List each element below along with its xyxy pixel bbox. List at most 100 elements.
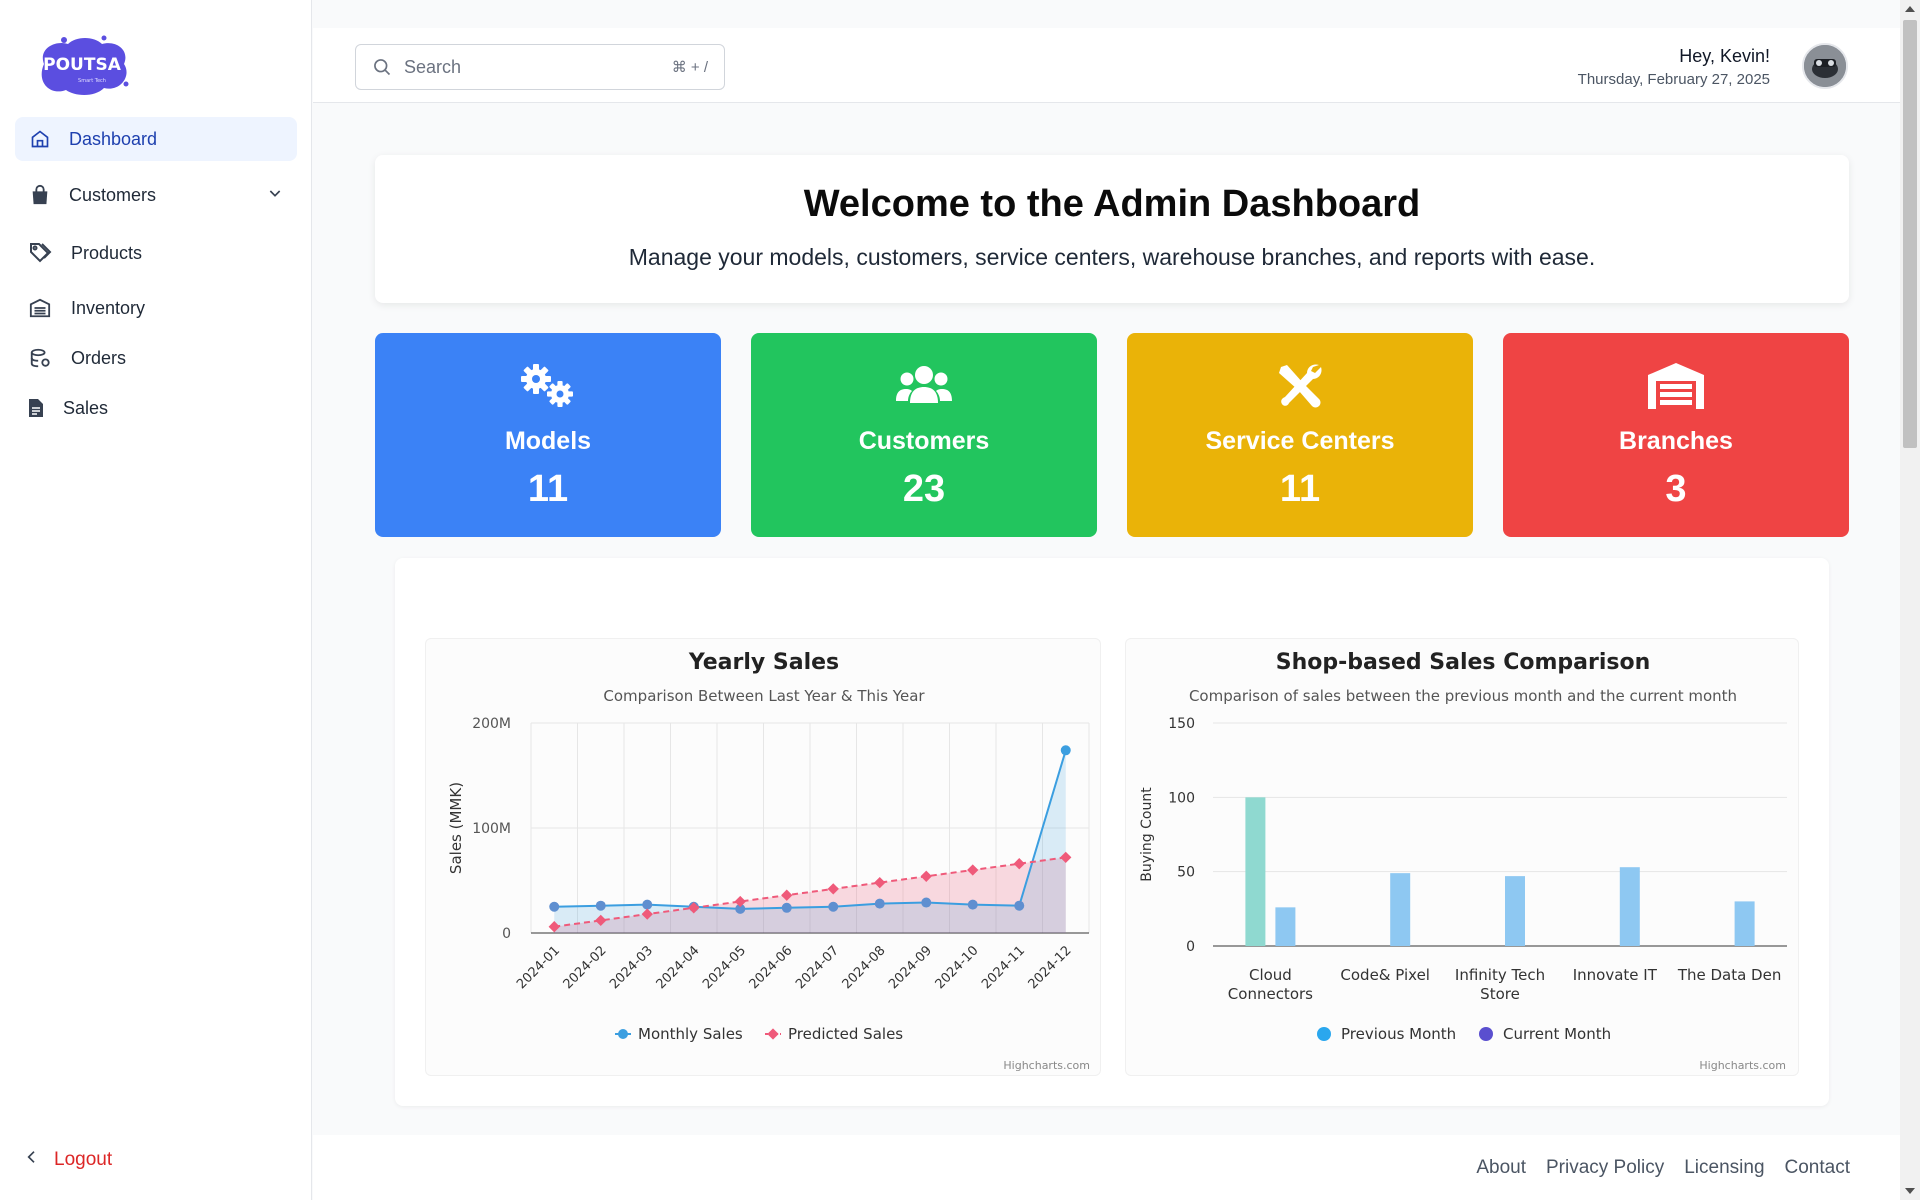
legend-label: Predicted Sales: [788, 1025, 903, 1043]
sidebar-item-products[interactable]: Products: [15, 231, 297, 275]
user-greeting: Hey, Kevin! Thursday, February 27, 2025: [1578, 46, 1770, 88]
sidebar-item-label: Orders: [71, 347, 127, 368]
sidebar: POUTSA Smart Tech Dashboard Customers Pr…: [0, 0, 312, 1200]
legend-label: Monthly Sales: [638, 1025, 743, 1043]
shop-sales-svg: Shop-based Sales Comparison Comparison of…: [1139, 650, 1787, 1072]
sidebar-item-dashboard[interactable]: Dashboard: [15, 117, 297, 161]
data-point: [921, 897, 932, 908]
sidebar-item-orders[interactable]: Orders: [15, 336, 297, 380]
y-tick-label: 150: [1168, 716, 1195, 732]
sidebar-nav: Dashboard Customers Products Inventory O…: [15, 117, 297, 436]
search-box[interactable]: ⌘ + /: [355, 44, 725, 90]
legend-marker: [1317, 1027, 1331, 1041]
y-tick-label: 100: [1168, 790, 1195, 806]
scroll-thumb[interactable]: [1903, 20, 1917, 448]
x-tick-label: Infinity Tech: [1455, 966, 1545, 984]
chart-credit: Highcharts.com: [1699, 1059, 1786, 1072]
stat-card-customers[interactable]: Customers 23: [751, 333, 1097, 537]
bar: [1275, 907, 1296, 946]
document-icon: [27, 395, 45, 421]
chart-title: Yearly Sales: [688, 650, 839, 675]
sidebar-item-label: Products: [71, 242, 143, 263]
x-tick-label: Innovate IT: [1573, 966, 1658, 984]
logout-label: Logout: [54, 1149, 113, 1170]
data-point: [967, 899, 978, 910]
page-title: Welcome to the Admin Dashboard: [803, 183, 1421, 225]
bar: [1734, 901, 1755, 946]
logout-button[interactable]: Logout: [24, 1148, 112, 1172]
avatar[interactable]: [1802, 43, 1848, 89]
data-point: [1014, 900, 1025, 911]
welcome-card: Welcome to the Admin Dashboard Manage yo…: [375, 155, 1849, 303]
stat-label: Service Centers: [1205, 427, 1395, 455]
x-tick-label: 2024-01: [514, 943, 563, 992]
footer-link-licensing[interactable]: Licensing: [1684, 1157, 1764, 1179]
chevron-down-icon[interactable]: [267, 185, 283, 206]
warehouse-icon: [27, 295, 53, 321]
y-axis-label: Buying Count: [1139, 787, 1155, 882]
search-input[interactable]: [404, 56, 644, 78]
footer: About Privacy Policy Licensing Contact: [313, 1135, 1900, 1200]
x-tick-label: Connectors: [1228, 985, 1313, 1003]
chart-subtitle: Comparison of sales between the previous…: [1189, 687, 1737, 705]
stat-label: Branches: [1619, 427, 1733, 455]
sidebar-item-customers[interactable]: Customers: [15, 173, 297, 217]
x-tick-label: 2024-12: [1026, 943, 1075, 992]
gears-icon: [375, 361, 721, 415]
stat-value: 3: [1665, 468, 1687, 510]
logo-sub: Smart Tech: [78, 78, 106, 84]
page-subtitle: Manage your models, customers, service c…: [628, 244, 1596, 270]
data-point: [549, 901, 560, 912]
chart-subtitle: Comparison Between Last Year & This Year: [603, 687, 925, 705]
stat-card-service-centers[interactable]: Service Centers 11: [1127, 333, 1473, 537]
footer-link-privacy[interactable]: Privacy Policy: [1546, 1157, 1664, 1179]
footer-link-about[interactable]: About: [1476, 1157, 1526, 1179]
x-tick-label: 2024-09: [886, 943, 935, 992]
x-tick-label: 2024-11: [979, 943, 1028, 992]
x-tick-label: 2024-03: [607, 943, 656, 992]
stat-card-models[interactable]: Models 11: [375, 333, 721, 537]
sidebar-item-inventory[interactable]: Inventory: [15, 286, 297, 330]
x-tick-label: 2024-04: [654, 943, 703, 992]
yearly-sales-chart: Yearly Sales Comparison Between Last Year…: [425, 638, 1101, 1076]
top-header: ⌘ + / Hey, Kevin! Thursday, February 27,…: [313, 28, 1900, 103]
x-tick-label: Code& Pixel: [1340, 966, 1430, 984]
bar: [1619, 867, 1640, 946]
brand-logo[interactable]: POUTSA Smart Tech: [34, 34, 132, 98]
stat-label: Models: [504, 427, 592, 455]
tags-icon: [27, 240, 53, 266]
current-date: Thursday, February 27, 2025: [1577, 71, 1770, 88]
tools-icon: [1127, 361, 1473, 415]
sidebar-item-label: Dashboard: [69, 128, 158, 149]
yearly-sales-svg: Yearly Sales Comparison Between Last Year…: [447, 650, 1090, 1072]
y-tick-label: 50: [1177, 865, 1195, 881]
scroll-down-arrow[interactable]: [1905, 1188, 1915, 1194]
data-point: [874, 898, 885, 909]
legend-label: Previous Month: [1341, 1025, 1456, 1043]
chevron-left-icon: [24, 1148, 40, 1172]
bar: [1390, 873, 1411, 946]
stat-label: Customers: [858, 427, 990, 455]
x-tick-label: Cloud: [1249, 966, 1292, 984]
users-icon: [751, 361, 1097, 415]
x-tick-label: 2024-10: [933, 943, 982, 992]
stat-value: 23: [902, 468, 946, 510]
search-shortcut: ⌘ + /: [671, 59, 708, 76]
stat-card-branches[interactable]: Branches 3: [1503, 333, 1849, 537]
x-tick-label: 2024-05: [700, 943, 749, 992]
legend-label: Current Month: [1503, 1025, 1611, 1043]
legend-marker: [618, 1029, 628, 1039]
data-point: [1060, 745, 1071, 756]
warehouse-icon: [1503, 361, 1849, 415]
page-scrollbar[interactable]: [1900, 0, 1920, 1200]
data-point: [781, 902, 792, 913]
scroll-up-arrow[interactable]: [1905, 6, 1915, 12]
shopping-bag-icon: [27, 182, 53, 208]
sidebar-item-sales[interactable]: Sales: [15, 386, 297, 430]
footer-link-contact[interactable]: Contact: [1785, 1157, 1850, 1179]
x-tick-label: The Data Den: [1677, 966, 1782, 984]
legend-marker: [767, 1028, 779, 1040]
y-tick-label: 0: [502, 926, 511, 942]
x-tick-label: 2024-02: [561, 943, 610, 992]
shop-sales-chart: Shop-based Sales Comparison Comparison of…: [1125, 638, 1799, 1076]
